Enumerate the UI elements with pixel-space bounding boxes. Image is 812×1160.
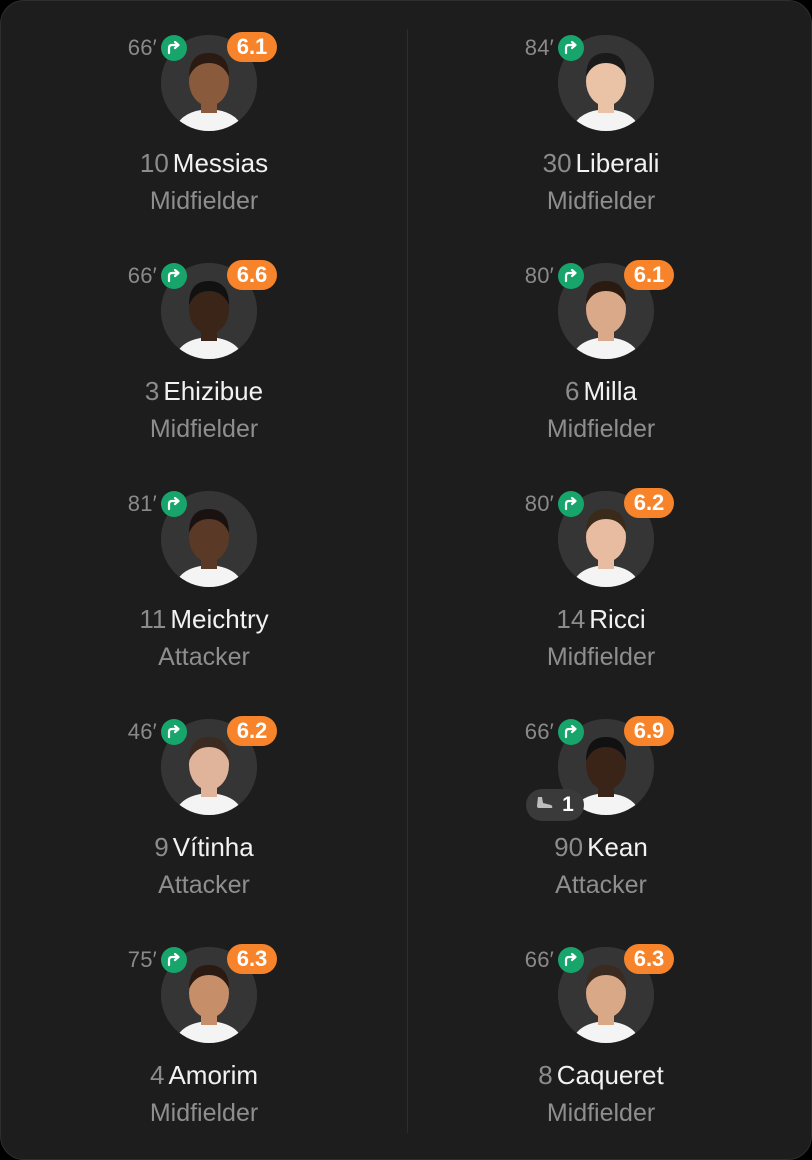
player-position: Midfielder xyxy=(546,187,656,215)
player-name: Kean xyxy=(587,832,648,862)
shirt-number: 30 xyxy=(542,148,572,178)
rating-badge: 6.6 xyxy=(227,260,277,290)
player-name: Ricci xyxy=(589,604,646,634)
sub-off-arrow-icon xyxy=(558,491,584,517)
sub-off-arrow-icon xyxy=(161,947,187,973)
goals-badge: 1 xyxy=(526,789,584,821)
shirt-number: 3 xyxy=(144,376,160,406)
player-card[interactable]: 80′ 6.1 6 Milla Midfielder xyxy=(398,229,804,457)
rating-badge: 6.2 xyxy=(624,488,674,518)
rating-badge: 6.1 xyxy=(624,260,674,290)
player-name: Ehizibue xyxy=(163,376,264,406)
substitution-minute: 46′ xyxy=(127,719,157,744)
substitution-minute: 66′ xyxy=(524,947,554,972)
sub-off-arrow-icon xyxy=(558,947,584,973)
player-card[interactable]: 84′ 30 Liberali Midfielder xyxy=(398,1,804,229)
player-card[interactable]: 66′ 6.9 90 Kean Attacker xyxy=(398,685,804,913)
player-card[interactable]: 66′ 6.3 8 Caqueret Midfielder xyxy=(398,913,804,1141)
sub-off-arrow-icon xyxy=(161,263,187,289)
rating-badge: 6.3 xyxy=(624,944,674,974)
player-position: Midfielder xyxy=(149,415,259,443)
sub-off-arrow-icon xyxy=(161,35,187,61)
player-card[interactable]: 66′ 6.6 3 Ehizibue Midfielder xyxy=(1,229,407,457)
player-position: Attacker xyxy=(158,871,250,899)
substitution-minute: 80′ xyxy=(524,263,554,288)
lineup-panel: 66′ 6.1 10 Messias Midfielder 66′ 6.6 3 Eh… xyxy=(0,0,812,1160)
sub-off-arrow-icon xyxy=(161,491,187,517)
substitution-minute: 81′ xyxy=(127,491,157,516)
shirt-number: 14 xyxy=(556,604,586,634)
shirt-number: 90 xyxy=(554,832,584,862)
player-name: Amorim xyxy=(168,1060,259,1090)
shirt-number: 11 xyxy=(139,604,167,634)
sub-off-arrow-icon xyxy=(558,35,584,61)
boot-icon xyxy=(536,793,554,817)
player-card[interactable]: 75′ 6.3 4 Amorim Midfielder xyxy=(1,913,407,1141)
player-position: Midfielder xyxy=(546,643,656,671)
shirt-number: 4 xyxy=(149,1060,165,1090)
substitution-minute: 80′ xyxy=(524,491,554,516)
substitution-minute: 66′ xyxy=(127,35,157,60)
player-card[interactable]: 46′ 6.2 9 Vítinha Attacker xyxy=(1,685,407,913)
substitution-minute: 66′ xyxy=(127,263,157,288)
player-name: Milla xyxy=(583,376,637,406)
sub-off-arrow-icon xyxy=(161,719,187,745)
player-position: Midfielder xyxy=(149,187,259,215)
substitution-minute: 84′ xyxy=(524,35,554,60)
player-name: Vítinha xyxy=(172,832,254,862)
shirt-number: 6 xyxy=(565,376,580,406)
shirt-number: 10 xyxy=(139,148,169,178)
player-position: Midfielder xyxy=(149,1099,259,1127)
substitution-minute: 66′ xyxy=(524,719,554,744)
player-name: Liberali xyxy=(575,148,660,178)
rating-badge: 6.2 xyxy=(227,716,277,746)
rating-badge: 6.9 xyxy=(624,716,674,746)
substitution-minute: 75′ xyxy=(127,947,157,972)
player-card[interactable]: 81′ 11 Meichtry Attacker xyxy=(1,457,407,685)
sub-off-arrow-icon xyxy=(558,719,584,745)
player-position: Midfielder xyxy=(546,415,656,443)
player-name: Meichtry xyxy=(170,604,269,634)
player-position: Midfielder xyxy=(546,1099,656,1127)
player-name: Messias xyxy=(172,148,269,178)
player-card[interactable]: 80′ 6.2 14 Ricci Midfielder xyxy=(398,457,804,685)
shirt-number: 9 xyxy=(154,832,169,862)
player-position: Attacker xyxy=(555,871,647,899)
shirt-number: 8 xyxy=(538,1060,553,1090)
player-name: Caqueret xyxy=(556,1060,664,1090)
player-card[interactable]: 66′ 6.1 10 Messias Midfielder xyxy=(1,1,407,229)
rating-badge: 6.3 xyxy=(227,944,277,974)
rating-badge: 6.1 xyxy=(227,32,277,62)
goals-count: 1 xyxy=(562,793,574,816)
sub-off-arrow-icon xyxy=(558,263,584,289)
player-position: Attacker xyxy=(158,643,250,671)
